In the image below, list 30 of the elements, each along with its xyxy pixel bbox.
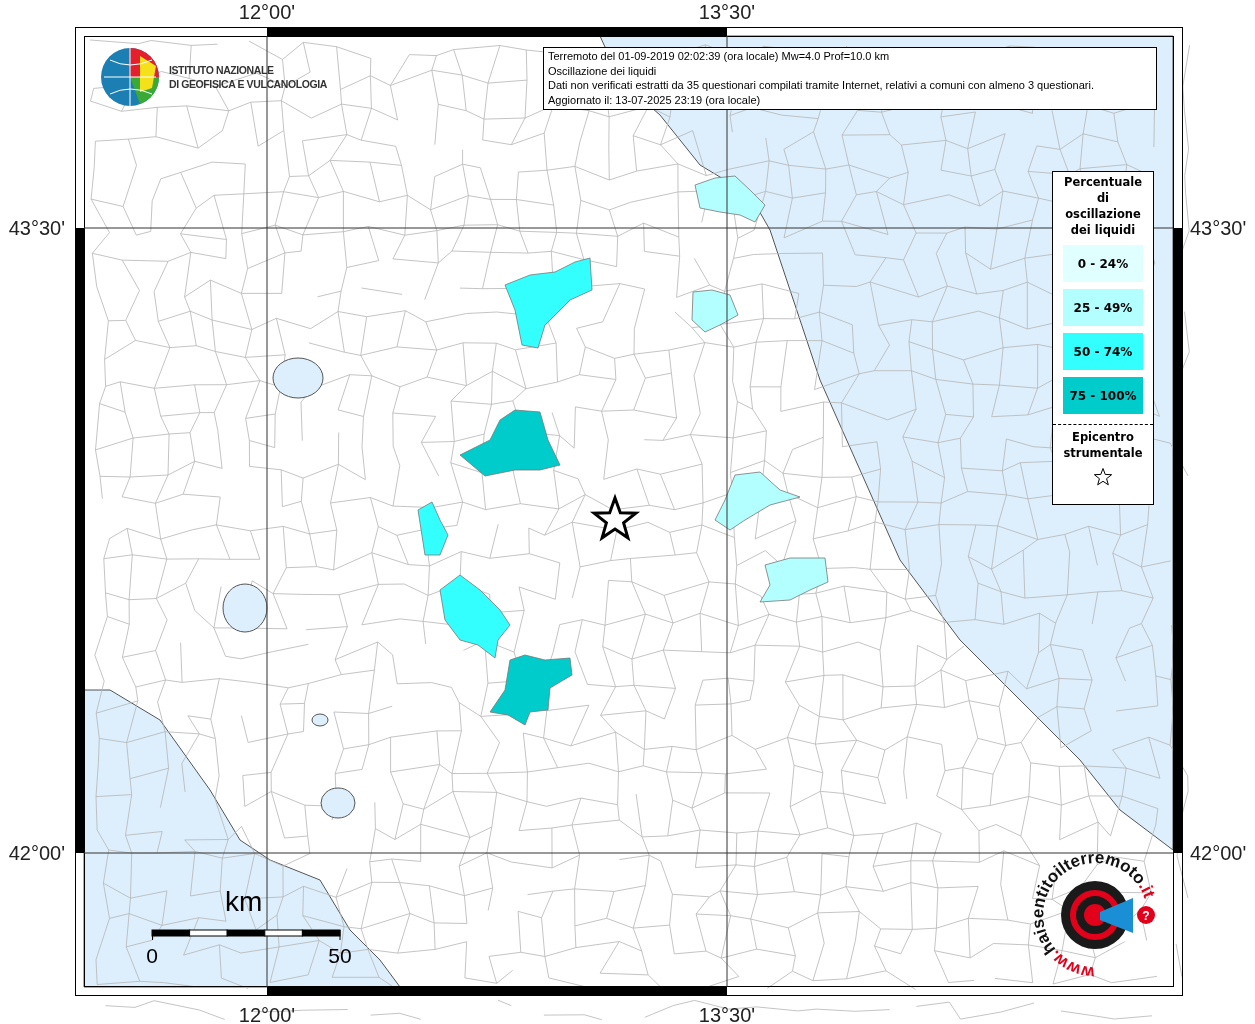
scale-unit: km	[225, 888, 263, 916]
institute-name: ISTITUTO NAZIONALE	[169, 63, 275, 77]
epicenter-star-icon	[589, 493, 641, 542]
legend-title: Percentuale di oscillazione dei liquidi	[1064, 174, 1142, 238]
legend-swatch: 25 - 49%	[1063, 289, 1143, 326]
axis-label: 13°30'	[698, 1005, 756, 1024]
info-line: Oscillazione dei liquidi	[548, 63, 658, 79]
legend-swatch: 0 - 24%	[1063, 245, 1143, 282]
axis-label: 43°30'	[8, 218, 65, 238]
lake-shape	[272, 357, 324, 399]
legend-label: Epicentro strumentale	[1063, 429, 1143, 461]
axis-label: 42°00'	[8, 843, 65, 863]
lake-shape	[311, 713, 329, 727]
axis-label: 12°00'	[238, 2, 296, 22]
info-line: Dati non verificati estratti da 35 questionari compilati tramite Internet, relativi a comuni con almeno 3 questionari.	[548, 78, 1095, 94]
legend-swatch: 75 - 100%	[1063, 377, 1143, 414]
institute-globe-icon	[101, 47, 159, 107]
star-icon	[1093, 467, 1113, 487]
info-line: Terremoto del 01-09-2019 02:02:39 (ora locale) Mw=4.0 Prof=10.0 km	[548, 49, 891, 64]
axis-label: 13°30'	[698, 2, 756, 22]
scale-label: 0	[146, 945, 158, 966]
lake-shape	[320, 787, 356, 819]
axis-label: 42°00'	[1190, 843, 1247, 863]
info-line: Aggiornato il: 13-07-2025 23:19 (ora locale)	[548, 93, 762, 108]
scale-label: 50	[328, 945, 352, 966]
axis-label: 43°30'	[1190, 218, 1247, 238]
axis-label: 12°00'	[238, 1005, 296, 1024]
institute-name: DI GEOFISICA E VULCANOLOGIA	[169, 77, 327, 91]
legend-swatch: 50 - 74%	[1063, 333, 1143, 370]
lake-shape	[222, 583, 268, 633]
